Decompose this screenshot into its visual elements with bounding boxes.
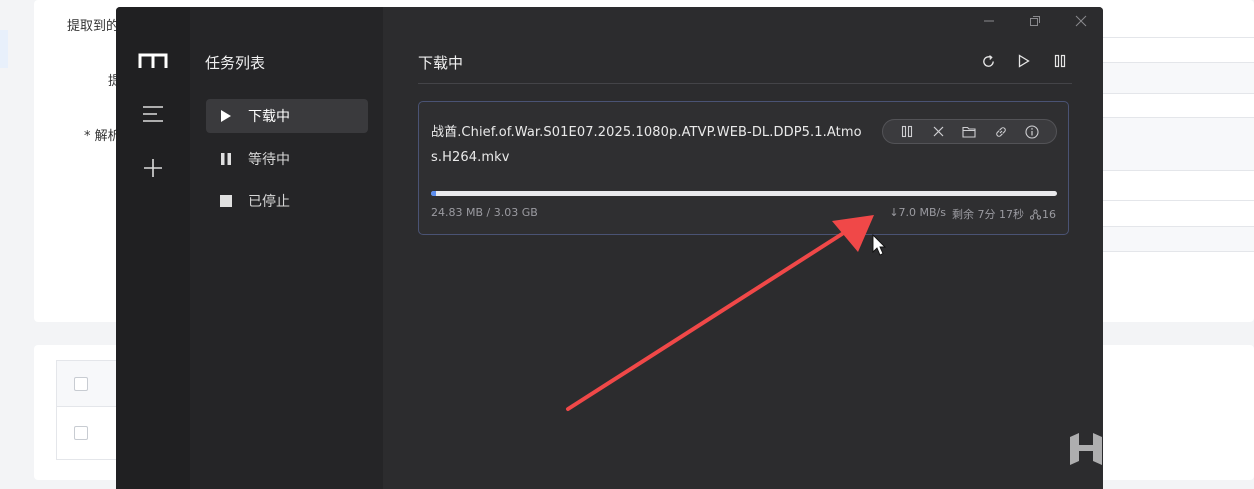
resume-all-button[interactable]	[1011, 48, 1037, 74]
task-stats: ↓7.0 MB/s 剩余 7分 17秒 16	[889, 206, 1056, 222]
link-icon	[996, 126, 1006, 137]
progress-bar-fill	[431, 191, 436, 196]
watermark-logo-icon	[1070, 433, 1102, 465]
background-field-divider	[1103, 37, 1254, 38]
menu-button[interactable]	[116, 105, 190, 123]
minimize-button[interactable]	[977, 9, 1001, 33]
page-title: 下载中	[418, 54, 464, 72]
pause-icon	[218, 152, 234, 166]
play-icon	[218, 109, 234, 123]
sidebar-item-label: 等待中	[248, 152, 290, 168]
pause-icon	[1054, 54, 1066, 68]
sidebar-item-stopped[interactable]: 已停止	[206, 184, 368, 218]
sidebar-item-label: 下载中	[248, 109, 290, 125]
restore-icon	[1030, 16, 1040, 26]
maximize-button[interactable]	[1023, 9, 1047, 33]
task-delete-button[interactable]	[927, 121, 949, 143]
refresh-button[interactable]	[975, 48, 1001, 74]
connections-count-group: 16	[1030, 206, 1056, 222]
task-size-text: 24.83 MB / 3.03 GB	[431, 206, 538, 219]
task-file-name: 战酋.Chief.of.War.S01E07.2025.1080p.ATVP.W…	[431, 125, 862, 165]
download-speed: ↓7.0 MB/s	[889, 206, 946, 219]
task-copy-link-button[interactable]	[990, 121, 1012, 143]
logo-m-icon	[138, 53, 168, 68]
progress-bar	[431, 191, 1057, 196]
background-input-field[interactable]	[1103, 62, 1254, 94]
stop-icon	[218, 194, 234, 208]
connections-count: 16	[1042, 207, 1056, 221]
download-task-card[interactable]: 战酋.Chief.of.War.S01E07.2025.1080p.ATVP.W…	[418, 101, 1069, 235]
header-actions	[975, 48, 1073, 74]
background-accent-strip	[0, 30, 8, 68]
task-info-button[interactable]	[1021, 121, 1043, 143]
watermark: 小黑盒	[1067, 428, 1201, 470]
pause-icon	[901, 125, 912, 138]
close-icon	[1075, 15, 1087, 27]
sidebar-item-label: 已停止	[248, 194, 290, 210]
info-icon	[1025, 124, 1039, 139]
task-action-group	[882, 119, 1057, 144]
sidebar-title: 任务列表	[205, 54, 266, 72]
background-textarea-field[interactable]	[1103, 117, 1254, 171]
close-window-button[interactable]	[1069, 9, 1093, 33]
refresh-icon	[982, 54, 994, 67]
sidebar-item-downloading[interactable]: 下载中	[206, 99, 368, 133]
window-controls	[977, 9, 1093, 33]
background-label-extracted: 提取到的	[67, 19, 120, 34]
task-open-folder-button[interactable]	[958, 121, 980, 143]
sidebar-item-waiting[interactable]: 等待中	[206, 142, 368, 176]
background-field-divider	[1103, 200, 1254, 201]
play-icon	[1018, 54, 1030, 68]
minimize-icon	[984, 20, 994, 22]
select-all-checkbox[interactable]	[74, 377, 88, 391]
app-logo	[116, 53, 190, 69]
menu-icon	[143, 106, 163, 122]
watermark-text: 小黑盒	[1111, 434, 1202, 468]
folder-icon	[962, 126, 977, 138]
download-manager-window: 任务列表 下载中 等待中 已停止 下载中 战酋.Chief.of.War.S01…	[116, 7, 1103, 489]
pause-all-button[interactable]	[1047, 48, 1073, 74]
time-remaining: 剩余 7分 17秒	[952, 208, 1024, 221]
task-sidebar: 任务列表 下载中 等待中 已停止	[190, 7, 383, 489]
header-divider	[418, 83, 1072, 84]
background-section-strip	[1103, 226, 1254, 252]
task-pause-button[interactable]	[896, 121, 918, 143]
connections-icon	[1030, 208, 1041, 220]
close-icon	[933, 126, 944, 137]
add-task-button[interactable]	[116, 157, 190, 179]
icon-rail	[116, 7, 190, 489]
row-checkbox[interactable]	[74, 426, 88, 440]
main-panel: 下载中 战酋.Chief.of.War.S01E07.2025.1080p.AT…	[383, 7, 1103, 489]
plus-icon	[144, 159, 162, 177]
